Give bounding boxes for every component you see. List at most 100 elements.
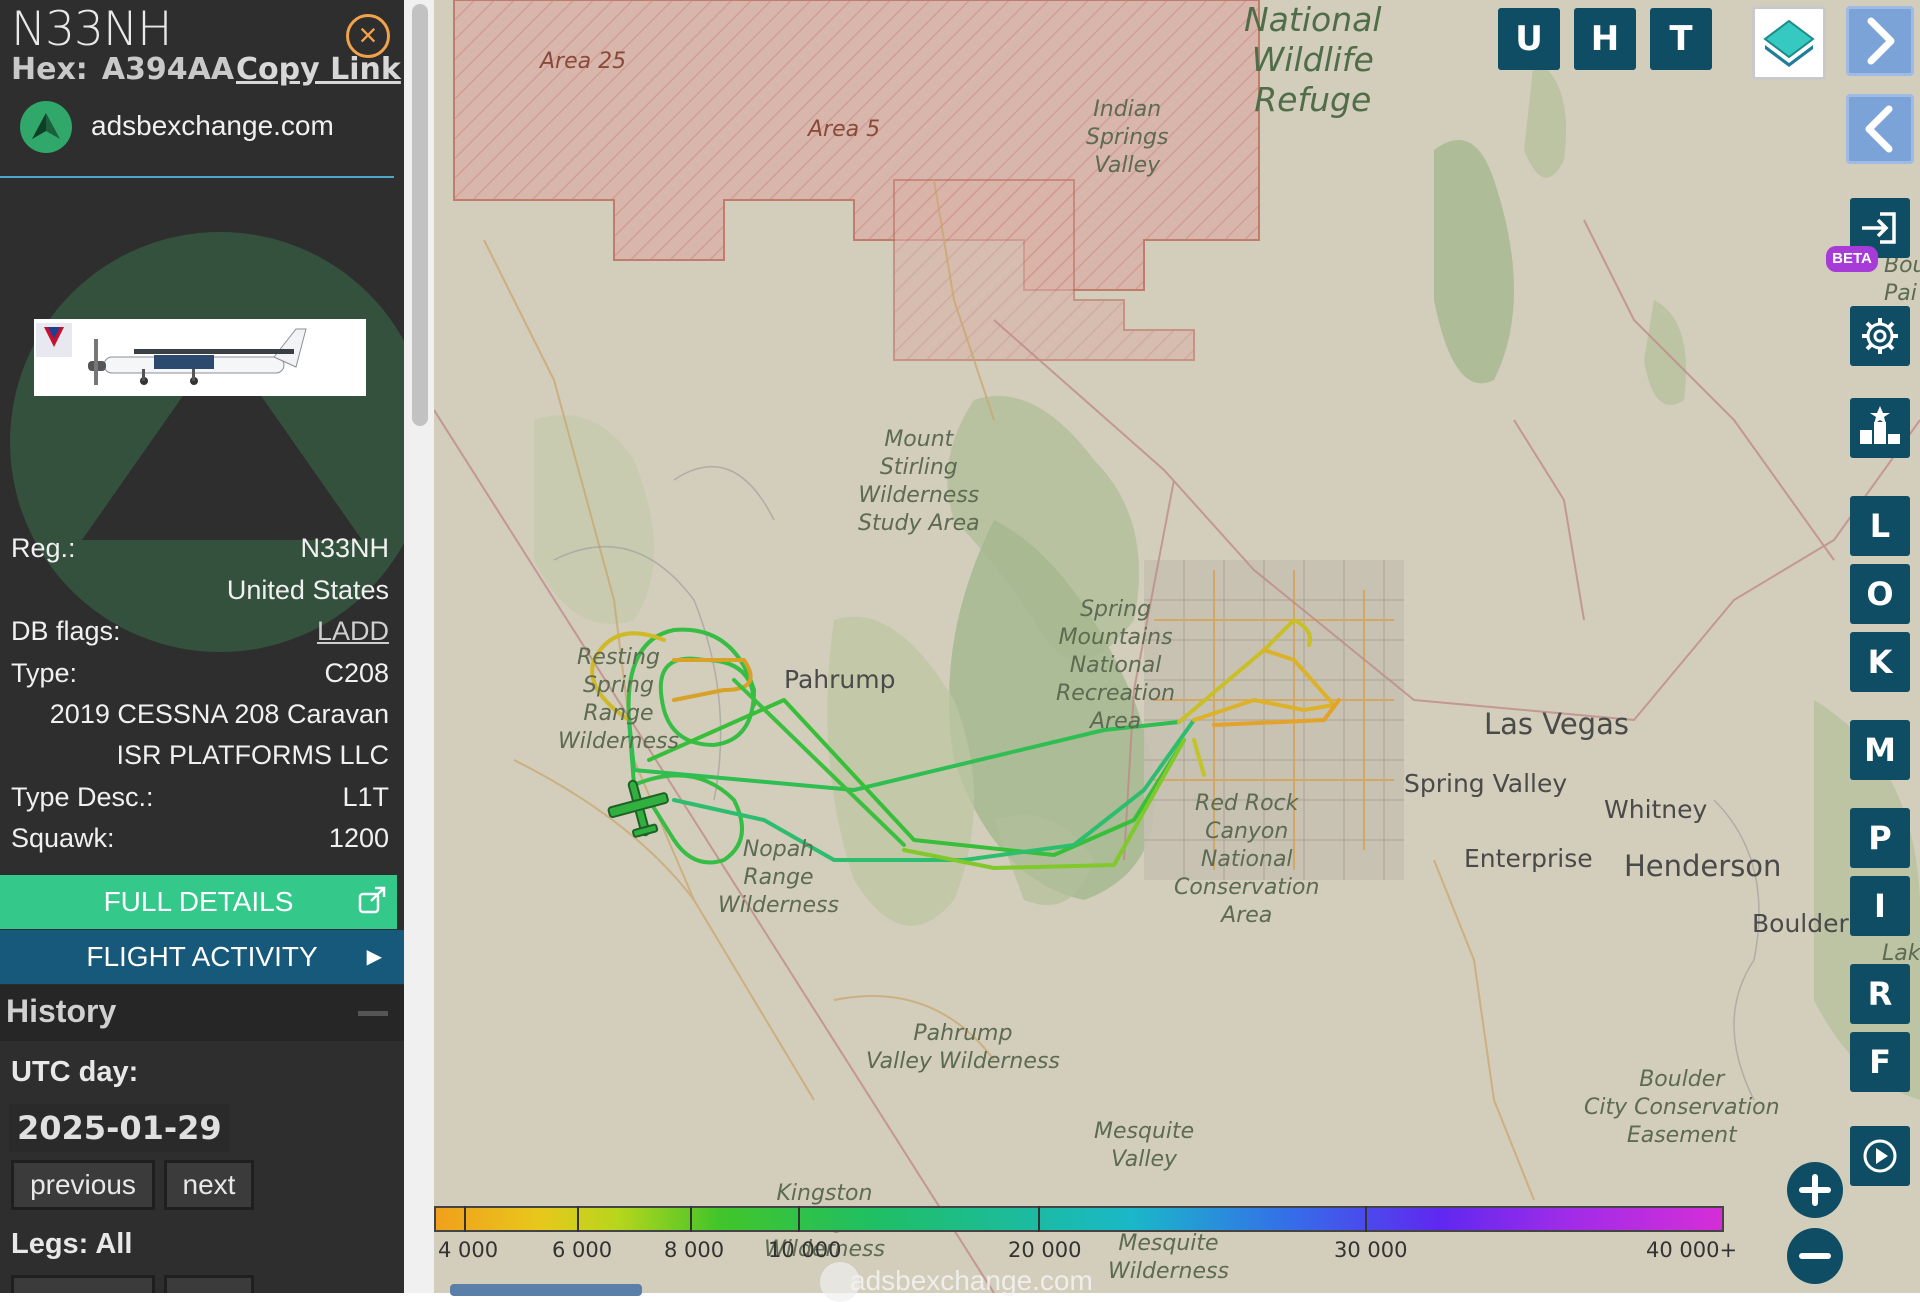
toggle-k-button[interactable]: K <box>1850 632 1910 692</box>
country-row: United States <box>11 575 389 609</box>
hex-value: A394AA <box>101 52 235 87</box>
toggle-r-button[interactable]: R <box>1850 964 1910 1024</box>
map-label-enterprise: Enterprise <box>1464 844 1593 873</box>
type-label: Type: <box>11 658 78 688</box>
toggle-f-button[interactable]: F <box>1850 1032 1910 1092</box>
expand-sidebar-button[interactable] <box>1846 6 1914 76</box>
altitude-label: 40 000+ <box>1646 1238 1738 1262</box>
country-value: United States <box>226 575 389 605</box>
toggle-i-button[interactable]: I <box>1850 876 1910 936</box>
adsbexchange-logo-icon <box>20 101 72 153</box>
history-title: History <box>6 993 117 1029</box>
map-label-spring-mountains: Spring Mountains National Recreation Are… <box>1056 597 1176 734</box>
collapse-sidebar-button[interactable] <box>1846 94 1914 164</box>
type-desc-row: Type Desc.: L1T <box>11 782 389 816</box>
play-arrow-icon: ▶ <box>366 946 382 968</box>
utc-day-label: UTC day: <box>11 1056 139 1088</box>
map-label-red-rock: Red Rock Canyon National Conservation Ar… <box>1174 791 1320 928</box>
full-details-button[interactable]: FULL DETAILS <box>0 875 397 929</box>
aircraft-callsign: N33NH <box>11 2 172 57</box>
altitude-tick <box>690 1206 692 1232</box>
toggle-h-button[interactable]: H <box>1574 8 1636 70</box>
zoom-in-button[interactable] <box>1787 1162 1843 1218</box>
zoom-out-button[interactable] <box>1787 1228 1843 1284</box>
full-details-label: FULL DETAILS <box>103 886 294 917</box>
model-value: 2019 CESSNA 208 Caravan <box>49 699 389 729</box>
altitude-label: 20 000 <box>1008 1238 1082 1262</box>
model-row: 2019 CESSNA 208 Caravan <box>11 699 389 733</box>
type-desc-value: L1T <box>342 782 389 812</box>
map-label-las-vegas: Las Vegas <box>1484 707 1629 741</box>
map-layers-button[interactable] <box>1752 6 1826 80</box>
collapse-icon[interactable] <box>358 1011 388 1016</box>
flight-activity-button[interactable]: FLIGHT ACTIVITY ▶ <box>0 930 404 984</box>
toggle-u-button[interactable]: U <box>1498 8 1560 70</box>
altitude-tick <box>1038 1206 1040 1232</box>
gear-icon <box>1862 318 1898 354</box>
divider <box>0 176 394 178</box>
altitude-tick <box>464 1206 466 1232</box>
hex-label: Hex: <box>11 52 88 87</box>
toggle-l-button[interactable]: L <box>1850 496 1910 556</box>
squawk-value: 1200 <box>328 823 389 853</box>
altitude-color-legend <box>434 1206 1724 1232</box>
replay-icon <box>1863 1139 1897 1173</box>
toggle-m-button[interactable]: M <box>1850 720 1910 780</box>
chevron-right-icon <box>1867 17 1895 65</box>
leaderboard-icon <box>1860 406 1900 444</box>
map-view[interactable]: Area 25 Area 5 Indian Springs Valley Nat… <box>434 0 1920 1293</box>
flight-activity-label: FLIGHT ACTIVITY <box>86 941 318 972</box>
aircraft-info-panel: N33NH × Hex: A394AA Copy Link adsbexchang… <box>0 0 404 1293</box>
aircraft-photo[interactable] <box>34 319 366 396</box>
map-label-mesquite-wilderness: Mesquite Wilderness <box>1108 1231 1229 1284</box>
previous-leg-button[interactable] <box>11 1275 155 1293</box>
map-label-nopah: Nopah Range Wilderness <box>718 837 839 918</box>
altitude-label: 30 000 <box>1334 1238 1408 1262</box>
replay-button[interactable] <box>1850 1126 1910 1186</box>
map-label-refuge: National Wildlife Refuge <box>1244 0 1382 119</box>
map-label-pahrump: Pahrump <box>784 665 896 694</box>
altitude-tick <box>798 1206 800 1232</box>
db-flags-row: DB flags: LADD <box>11 616 389 650</box>
map-label-indian-springs: Indian Springs Valley <box>1086 97 1169 178</box>
owner-value: ISR PLATFORMS LLC <box>116 740 389 770</box>
type-value: C208 <box>324 658 389 688</box>
next-button[interactable]: next <box>164 1160 254 1210</box>
squawk-label: Squawk: <box>11 823 115 853</box>
previous-button[interactable]: previous <box>11 1160 155 1210</box>
toggle-t-button[interactable]: T <box>1650 8 1712 70</box>
settings-button[interactable] <box>1850 306 1910 366</box>
db-flags-label: DB flags: <box>11 616 121 646</box>
type-desc-label: Type Desc.: <box>11 782 154 812</box>
history-header[interactable]: History <box>0 985 404 1041</box>
altitude-label: 10 000 <box>768 1238 842 1262</box>
bottom-control[interactable] <box>450 1284 642 1296</box>
map-label-resting-spring: Resting Spring Range Wilderness <box>558 645 679 754</box>
next-leg-button[interactable] <box>164 1275 254 1293</box>
beta-badge: BETA <box>1826 246 1878 272</box>
map-label-henderson: Henderson <box>1624 849 1782 883</box>
altitude-tick <box>1365 1206 1367 1232</box>
db-flags-link[interactable]: LADD <box>317 616 389 647</box>
reg-value: N33NH <box>300 533 389 563</box>
copy-link[interactable]: Copy Link <box>236 52 401 87</box>
toggle-p-button[interactable]: P <box>1850 808 1910 868</box>
external-link-icon <box>358 886 386 914</box>
chevron-left-icon <box>1865 105 1893 153</box>
map-label-area5: Area 5 <box>808 117 881 142</box>
plus-icon-vertical <box>1812 1174 1818 1206</box>
reg-row: Reg.: N33NH <box>11 533 389 567</box>
squawk-row: Squawk: 1200 <box>11 823 389 857</box>
owner-row: ISR PLATFORMS LLC <box>11 740 389 774</box>
leaderboard-button[interactable] <box>1850 398 1910 458</box>
source-link[interactable]: adsbexchange.com <box>91 110 334 142</box>
toggle-o-button[interactable]: O <box>1850 564 1910 624</box>
altitude-label: 6 000 <box>552 1238 613 1262</box>
altitude-tick <box>577 1206 579 1232</box>
utc-date-input[interactable] <box>9 1104 229 1152</box>
minus-icon <box>1799 1253 1831 1259</box>
map-label-mesquite-valley: Mesquite Valley <box>1094 1119 1195 1172</box>
map-label-area25: Area 25 <box>540 49 627 74</box>
sidebar-scrollbar-thumb[interactable] <box>412 4 428 426</box>
type-row: Type: C208 <box>11 658 389 692</box>
